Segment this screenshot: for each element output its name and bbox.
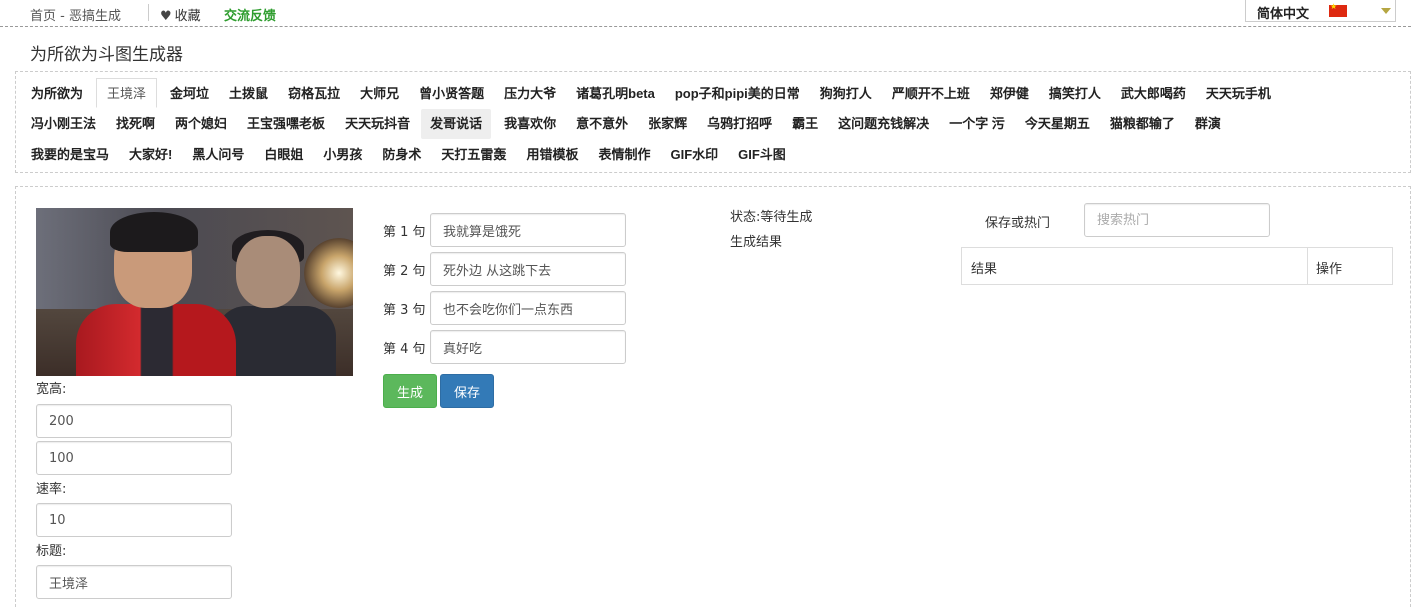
save-button[interactable]: 保存 <box>440 374 494 408</box>
template-tab[interactable]: pop子和pipi美的日常 <box>662 79 807 109</box>
template-tab[interactable]: 乌鸦打招呼 <box>694 109 779 139</box>
china-flag-icon <box>1329 2 1347 17</box>
template-tab[interactable]: 群演 <box>1182 109 1228 139</box>
feedback-link[interactable]: 交流反馈 <box>224 5 276 24</box>
template-tab[interactable]: 今天星期五 <box>1012 109 1097 139</box>
template-tab[interactable]: 大家好! <box>116 140 179 170</box>
template-nav-row: 冯小刚王法 找死啊 两个媳妇 王宝强嘿老板 天天玩抖音 发哥说话 我喜欢你 意不意外 张家辉 乌鸦… <box>16 109 1228 139</box>
generate-button[interactable]: 生成 <box>383 374 437 408</box>
template-tab[interactable]: 大师兄 <box>347 79 406 109</box>
template-tab[interactable]: 表情制作 <box>585 140 657 170</box>
template-nav-row: 为所欲为 王境泽 金坷垃 土拨鼠 窃格瓦拉 大师兄 曾小贤答题 压力大爷 诸葛孔明beta pop… <box>16 78 1278 108</box>
template-tab[interactable]: 武大郎喝药 <box>1108 79 1193 109</box>
sentence-4-label: 第 4 句 <box>383 342 426 357</box>
template-tab[interactable]: 霸王 <box>779 109 825 139</box>
result-label: 生成结果 <box>730 235 783 250</box>
divider <box>148 4 149 21</box>
template-tab[interactable]: GIF水印 <box>657 140 725 170</box>
template-tab[interactable]: 小男孩 <box>310 140 369 170</box>
template-tab[interactable]: 狗狗打人 <box>807 79 879 109</box>
favorite-label: 收藏 <box>174 9 201 24</box>
template-tab[interactable]: GIF斗图 <box>725 140 793 170</box>
template-tab[interactable]: 两个媳妇 <box>162 109 234 139</box>
sentence-2-input[interactable] <box>430 252 626 286</box>
template-tab[interactable]: 我要的是宝马 <box>16 140 116 170</box>
column-header-action: 操作 <box>1316 262 1343 277</box>
table-column-divider <box>962 248 1308 284</box>
template-tab[interactable]: 一个字 污 <box>936 109 1012 139</box>
sentence-2-label: 第 2 句 <box>383 264 426 279</box>
template-tab[interactable]: 为所欲为 <box>16 79 90 109</box>
status-text: 状态:等待生成 <box>730 210 813 225</box>
template-tab[interactable]: 土拨鼠 <box>216 79 275 109</box>
template-tab[interactable]: 发哥说话 <box>421 109 492 139</box>
template-tab[interactable]: 冯小刚王法 <box>16 109 103 139</box>
template-tab[interactable]: 找死啊 <box>103 109 162 139</box>
template-tab[interactable]: 金坷垃 <box>157 79 216 109</box>
page-title: 为所欲为斗图生成器 <box>30 45 183 65</box>
template-tab[interactable]: 王境泽 <box>96 78 158 108</box>
template-tab[interactable]: 窃格瓦拉 <box>275 79 347 109</box>
template-tab[interactable]: 搞笑打人 <box>1036 79 1108 109</box>
template-tab[interactable]: 严顺开不上班 <box>879 79 977 109</box>
template-tab[interactable]: 压力大爷 <box>491 79 563 109</box>
sentence-1-input[interactable] <box>430 213 626 247</box>
size-label: 宽高: <box>36 382 67 397</box>
template-tab[interactable]: 猫粮都输了 <box>1097 109 1182 139</box>
language-select[interactable]: 简体中文 <box>1245 0 1396 22</box>
sentence-1-label: 第 1 句 <box>383 225 426 240</box>
template-preview-image <box>36 208 353 376</box>
sentence-4-input[interactable] <box>430 330 626 364</box>
saved-hot-label: 保存或热门 <box>985 216 1051 231</box>
height-input[interactable] <box>36 441 232 475</box>
rate-input[interactable] <box>36 503 232 537</box>
hot-search-input[interactable] <box>1084 203 1270 237</box>
template-tab[interactable]: 天打五雷轰 <box>428 140 513 170</box>
template-tab[interactable]: 张家辉 <box>635 109 694 139</box>
language-label: 简体中文 <box>1257 7 1310 22</box>
template-tab[interactable]: 天天玩抖音 <box>332 109 417 139</box>
sentence-3-input[interactable] <box>430 291 626 325</box>
template-nav-row: 我要的是宝马 大家好! 黑人问号 白眼姐 小男孩 防身术 天打五雷轰 用错模板 表情制作 GIF水… <box>16 140 793 170</box>
template-tab[interactable]: 防身术 <box>369 140 428 170</box>
title-input[interactable] <box>36 565 232 599</box>
template-tab[interactable]: 黑人问号 <box>179 140 251 170</box>
result-table: 结果 操作 <box>961 247 1393 285</box>
title-label: 标题: <box>36 544 67 559</box>
width-input[interactable] <box>36 404 232 438</box>
sentence-3-label: 第 3 句 <box>383 303 426 318</box>
favorite-link[interactable]: ♥ 收藏 <box>160 5 201 24</box>
breadcrumb[interactable]: 首页 - 恶搞生成 <box>30 5 121 24</box>
template-tab[interactable]: 意不意外 <box>563 109 635 139</box>
template-tab[interactable]: 郑伊健 <box>977 79 1036 109</box>
template-tab[interactable]: 王宝强嘿老板 <box>234 109 332 139</box>
top-bar: 首页 - 恶搞生成 ♥ 收藏 交流反馈 <box>0 0 1411 27</box>
template-tab[interactable]: 白眼姐 <box>251 140 310 170</box>
rate-label: 速率: <box>36 482 67 497</box>
template-tab[interactable]: 天天玩手机 <box>1193 79 1278 109</box>
template-tab[interactable]: 诸葛孔明beta <box>563 79 662 109</box>
template-nav: 为所欲为 王境泽 金坷垃 土拨鼠 窃格瓦拉 大师兄 曾小贤答题 压力大爷 诸葛孔明beta pop… <box>15 71 1411 173</box>
chevron-down-icon <box>1381 8 1391 14</box>
heart-icon: ♥ <box>160 9 172 24</box>
template-tab[interactable]: 我喜欢你 <box>491 109 563 139</box>
template-tab[interactable]: 曾小贤答题 <box>406 79 491 109</box>
column-header-result: 结果 <box>971 262 998 277</box>
template-tab[interactable]: 这问题充钱解决 <box>825 109 936 139</box>
template-tab[interactable]: 用错模板 <box>513 140 585 170</box>
